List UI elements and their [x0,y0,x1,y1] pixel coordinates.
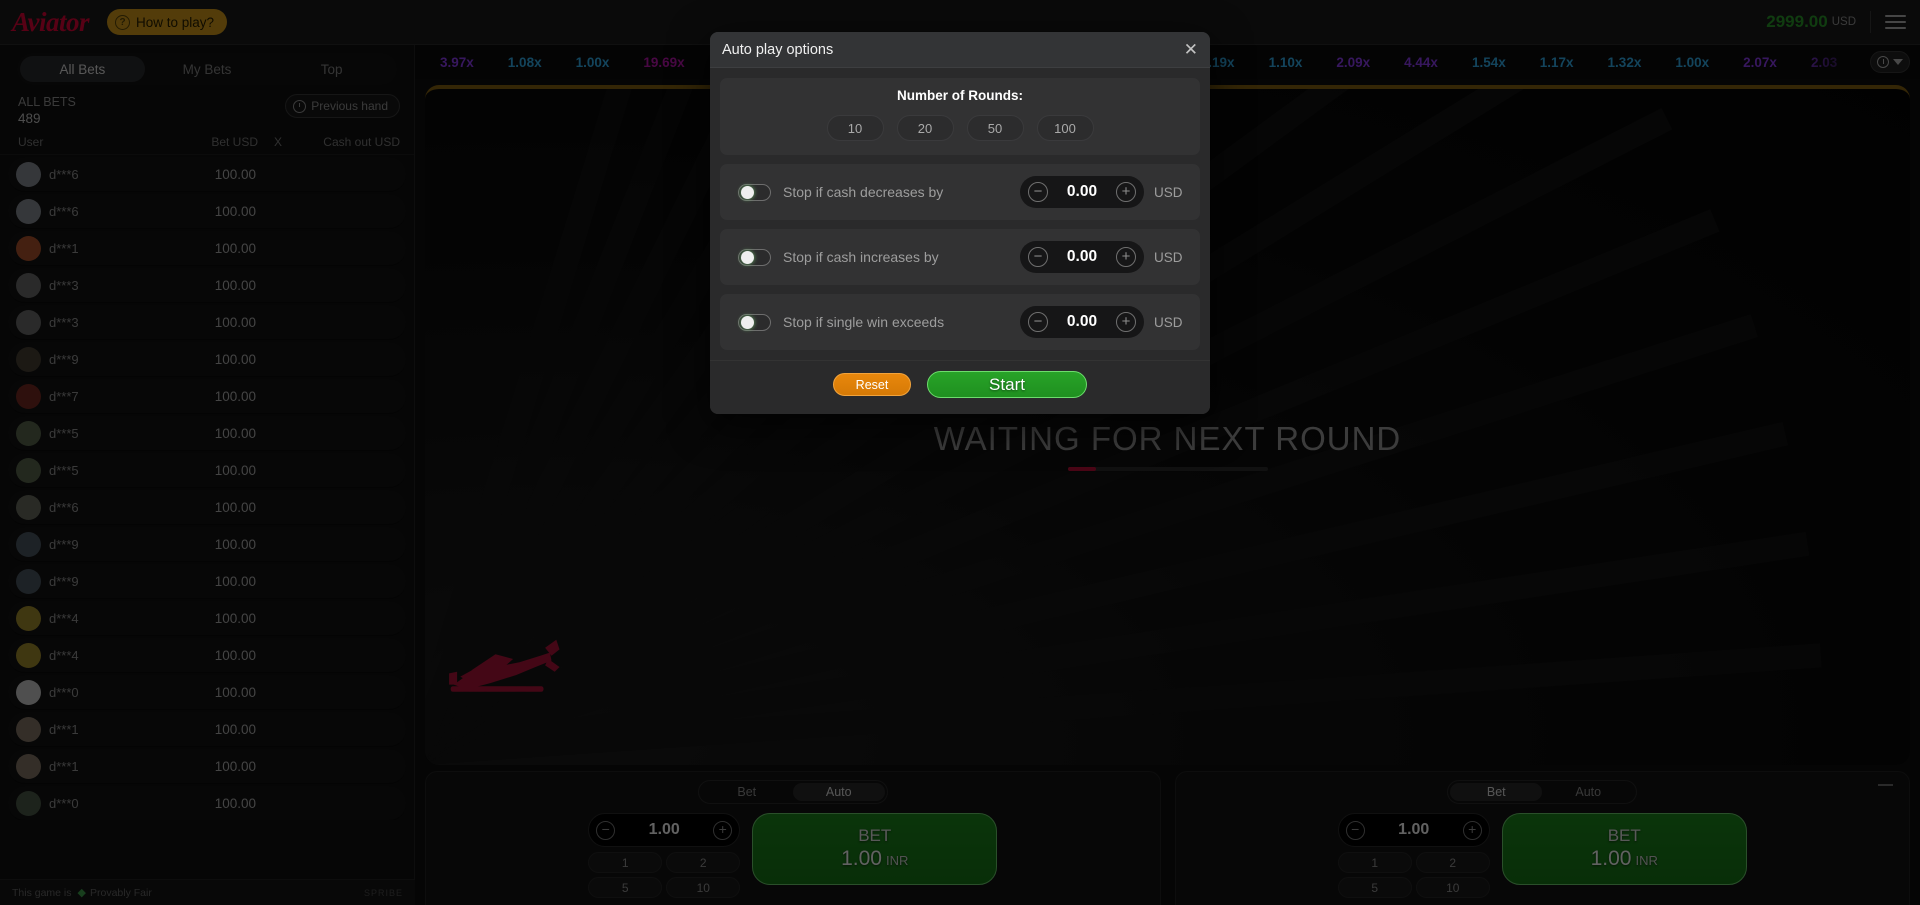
close-x-icon[interactable]: ✕ [1184,41,1198,58]
modal-body: Number of Rounds: 10 20 50 100 Stop if c… [710,68,1210,360]
stop-if-single-win-label: Stop if single win exceeds [783,314,945,330]
minus-circle-icon[interactable]: − [1028,247,1048,267]
plus-circle-icon[interactable]: + [1115,312,1136,332]
number-of-rounds-label: Number of Rounds: [897,88,1023,103]
modal-title: Auto play options [722,41,834,58]
option-row-cash-decreases: Stop if cash decreases by − 0.00 + USD [720,164,1200,220]
rounds-50-button[interactable]: 50 [966,115,1024,141]
stop-if-cash-decreases-stepper: − 0.00 + [1020,176,1144,208]
auto-play-options-modal: Auto play options ✕ Number of Rounds: 10… [710,32,1210,414]
stop-if-cash-increases-value[interactable]: 0.00 [1067,248,1097,266]
aviator-game-app: Aviator ? How to play? 2999.00 USD All B… [0,0,1920,905]
option-row-single-win: Stop if single win exceeds − 0.00 + USD [720,294,1200,350]
stop-if-cash-decreases-label: Stop if cash decreases by [783,184,944,200]
rounds-100-button[interactable]: 100 [1036,115,1094,141]
modal-header: Auto play options ✕ [710,32,1210,68]
plus-circle-icon[interactable]: + [1115,182,1136,202]
modal-footer: Reset Start [710,360,1210,414]
rounds-20-button[interactable]: 20 [896,115,954,141]
stop-if-single-win-stepper: − 0.00 + [1020,306,1144,338]
rounds-10-button[interactable]: 10 [826,115,884,141]
stop-if-single-win-currency: USD [1154,314,1183,330]
stop-if-single-win-toggle[interactable] [738,313,771,331]
stop-if-cash-increases-label: Stop if cash increases by [783,249,939,265]
number-of-rounds-card: Number of Rounds: 10 20 50 100 [720,78,1200,155]
number-of-rounds-buttons: 10 20 50 100 [732,115,1188,141]
stop-if-single-win-value[interactable]: 0.00 [1067,313,1097,331]
plus-circle-icon[interactable]: + [1115,247,1136,267]
stop-if-cash-decreases-value[interactable]: 0.00 [1067,183,1097,201]
minus-circle-icon[interactable]: − [1028,312,1048,332]
stop-if-cash-increases-currency: USD [1154,249,1183,265]
stop-if-cash-increases-stepper: − 0.00 + [1020,241,1144,273]
minus-circle-icon[interactable]: − [1028,182,1048,202]
stop-if-cash-decreases-toggle[interactable] [738,183,771,201]
start-button[interactable]: Start [927,371,1087,398]
reset-button[interactable]: Reset [833,373,911,396]
stop-if-cash-decreases-currency: USD [1154,184,1183,200]
option-row-cash-increases: Stop if cash increases by − 0.00 + USD [720,229,1200,285]
stop-if-cash-increases-toggle[interactable] [738,248,771,266]
